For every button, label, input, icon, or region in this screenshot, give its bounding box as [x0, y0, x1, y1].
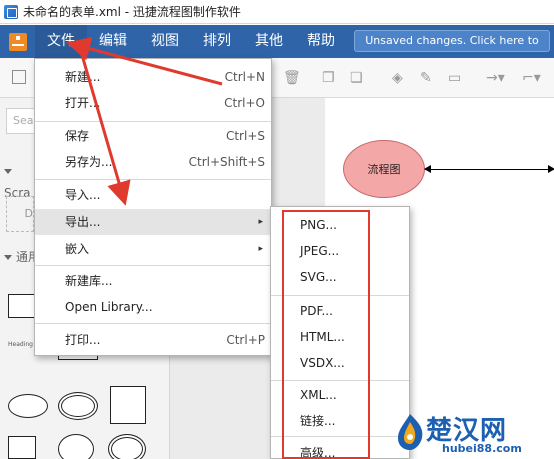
unsaved-changes-button[interactable]: Unsaved changes. Click here to save.: [354, 30, 550, 67]
file-menu-new[interactable]: 新建... Ctrl+N: [35, 64, 271, 90]
file-menu-export[interactable]: 导出... ▸: [35, 209, 271, 235]
watermark-url: hubei88.com: [442, 442, 522, 455]
annotation-highlight-box: [282, 210, 370, 459]
file-menu-print[interactable]: 打印... Ctrl+P: [35, 327, 271, 353]
shape-double-ellipse[interactable]: [58, 392, 98, 420]
menu-separator: [35, 179, 271, 180]
menubar: 文件 编辑 视图 排列 其他 帮助 Unsaved changes. Click…: [0, 25, 554, 67]
file-menu-open-library[interactable]: Open Library...: [35, 294, 271, 320]
watermark-logo-icon: [398, 414, 423, 450]
menu-edit[interactable]: 编辑: [87, 25, 139, 58]
shape-square[interactable]: [110, 386, 146, 424]
delete-icon[interactable]: 🗑: [283, 70, 301, 86]
shape-square-small[interactable]: [8, 436, 36, 459]
shape-double-circle[interactable]: [108, 434, 146, 459]
submenu-arrow-icon: ▸: [258, 244, 263, 254]
caret-down-icon: [4, 169, 12, 174]
shadow-icon[interactable]: ▭: [448, 70, 461, 86]
file-menu-embed[interactable]: 嵌入 ▸: [35, 236, 271, 262]
line-color-icon[interactable]: ✎: [420, 70, 432, 86]
connection-style-icon[interactable]: →▾: [486, 70, 505, 86]
submenu-arrow-icon: ▸: [258, 217, 263, 227]
shape-ellipse[interactable]: [8, 394, 48, 418]
to-front-icon[interactable]: ❐: [322, 70, 335, 86]
menu-separator: [35, 323, 271, 324]
to-back-icon[interactable]: ❏: [350, 70, 363, 86]
shape-circle[interactable]: [58, 434, 94, 459]
shape-text-heading[interactable]: Heading: [8, 341, 33, 348]
file-menu-dropdown: 新建... Ctrl+N 打开... Ctrl+O 保存 Ctrl+S 另存为... C…: [34, 58, 272, 356]
file-menu-save[interactable]: 保存 Ctrl+S: [35, 123, 271, 149]
site-watermark: 楚汉网 hubei88.com: [390, 408, 554, 459]
menu-separator: [35, 121, 271, 122]
menu-view[interactable]: 视图: [139, 25, 191, 58]
file-menu-new-library[interactable]: 新建库...: [35, 268, 271, 294]
file-menu-import[interactable]: 导入...: [35, 182, 271, 208]
menu-file[interactable]: 文件: [35, 25, 87, 58]
waypoints-icon[interactable]: ⌐▾: [522, 70, 541, 86]
window-titlebar: 未命名的表单.xml - 迅捷流程图制作软件: [0, 0, 554, 24]
window-title: 未命名的表单.xml - 迅捷流程图制作软件: [23, 5, 241, 19]
format-panel-icon[interactable]: [12, 70, 26, 88]
shape-rectangle[interactable]: [8, 294, 36, 318]
diagram-node-ellipse[interactable]: 流程图: [343, 140, 425, 198]
diagram-connector[interactable]: [424, 165, 554, 173]
menu-other[interactable]: 其他: [243, 25, 295, 58]
app-icon: [4, 4, 18, 19]
arrowhead-right-icon: [548, 165, 554, 173]
menu-help[interactable]: 帮助: [295, 25, 347, 58]
file-menu-open[interactable]: 打开... Ctrl+O: [35, 90, 271, 116]
app-logo-icon: [9, 32, 27, 51]
arrowhead-left-icon: [424, 165, 431, 173]
scratchpad-drop-area[interactable]: D: [6, 196, 34, 232]
shape-search-input[interactable]: Sea: [6, 108, 36, 134]
menu-separator: [35, 265, 271, 266]
file-menu-save-as[interactable]: 另存为... Ctrl+Shift+S: [35, 149, 271, 175]
menu-arrange[interactable]: 排列: [191, 25, 243, 58]
node-label: 流程图: [367, 163, 401, 176]
fill-color-icon[interactable]: ◈: [392, 70, 403, 86]
caret-down-icon: [4, 255, 12, 260]
